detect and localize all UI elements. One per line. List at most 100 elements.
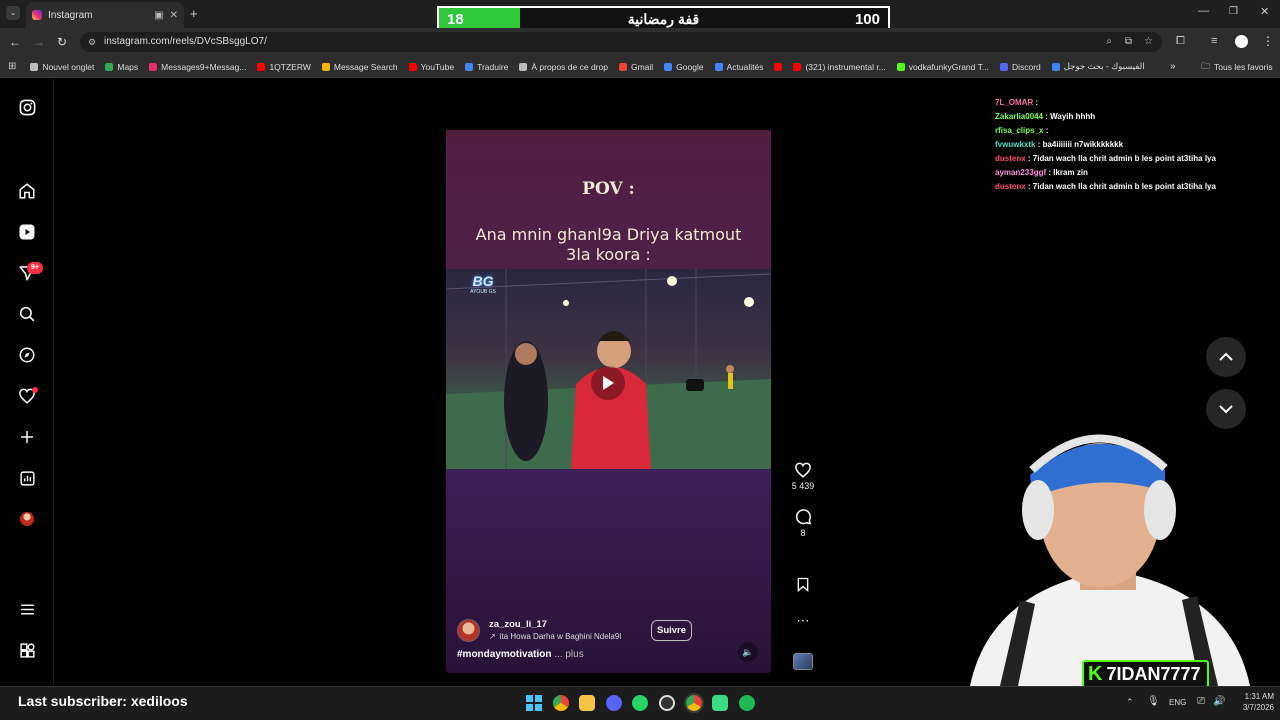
bookmark-item[interactable]: (321) instrumental r... [793, 62, 886, 72]
bookmark-label: vodkafunkyGrand T... [908, 61, 989, 72]
more-link[interactable]: ... plus [554, 649, 583, 660]
android-studio-icon[interactable] [712, 695, 728, 711]
bookmark-item[interactable]: 1QTZERW [257, 61, 311, 72]
menu-icon[interactable] [17, 599, 37, 619]
tab-title: Instagram [48, 9, 93, 21]
save-button[interactable] [786, 576, 820, 595]
home-icon[interactable] [17, 181, 37, 201]
more-apps-icon[interactable] [17, 640, 37, 660]
back-icon[interactable]: ← [9, 35, 21, 49]
bookmark-item[interactable]: الفيسبوك - بحث جوجل [1051, 61, 1145, 72]
bookmark-item[interactable]: Actualités [714, 62, 763, 72]
discord-taskbar-icon[interactable] [606, 695, 622, 711]
notification-badge: 9+ [27, 262, 43, 274]
comment-button[interactable]: 8 [786, 508, 820, 538]
reload-icon[interactable]: ↻ [57, 35, 67, 49]
audio-thumbnail[interactable] [793, 653, 813, 670]
bookmark-item[interactable]: vodkafunkyGrand T... [896, 61, 989, 72]
obs-taskbar-icon[interactable] [659, 695, 675, 711]
all-bookmarks-label: Tous les favoris [1214, 61, 1273, 72]
bookmark-item[interactable]: YouTube [408, 61, 455, 72]
network-icon[interactable]: ⎚ [1197, 696, 1205, 707]
hashtag-link[interactable]: #mondaymotivation [457, 649, 551, 660]
previous-reel-button[interactable] [1206, 337, 1246, 377]
file-explorer-icon[interactable] [579, 695, 595, 711]
comment-icon [796, 509, 811, 525]
instagram-sidebar: 9+ [0, 79, 54, 685]
tab-media-icon[interactable]: ▣ [154, 10, 163, 21]
tray-overflow-icon[interactable]: ⌃ [1126, 697, 1134, 708]
microphone-icon[interactable]: 🎙 [1147, 696, 1160, 707]
volume-icon[interactable]: 🔊 [1213, 696, 1225, 707]
bookmark-favicon-icon [618, 62, 627, 71]
more-bookmarks-icon[interactable]: » [1170, 61, 1176, 72]
bookmark-item[interactable]: À propos de ce drop [519, 62, 608, 72]
chat-message: 7L_OMAR : [995, 98, 1038, 107]
more-options-icon[interactable]: ⋯ [786, 613, 820, 629]
clock[interactable]: 1:31 AM 3/7/2026 [1232, 691, 1274, 713]
install-icon[interactable]: ⧉ [1125, 32, 1132, 52]
explore-icon[interactable] [17, 345, 37, 365]
clock-date: 3/7/2026 [1242, 703, 1274, 712]
bookmark-item[interactable]: Messages9+Messag... [149, 62, 246, 72]
apps-grid-icon[interactable]: ⊞ [8, 61, 16, 72]
close-window-button[interactable]: ✕ [1260, 5, 1269, 18]
bookmark-label: Maps [117, 61, 139, 72]
chat-message: dustenx : 7idan wach lla chrit admin b l… [995, 182, 1216, 191]
chat-message: rfisa_clips_x : [995, 126, 1048, 135]
bookmark-star-icon[interactable]: ☆ [1144, 32, 1153, 52]
play-button[interactable] [591, 366, 625, 400]
bookmark-item[interactable]: Traduire [465, 62, 508, 72]
site-info-icon[interactable]: ⚙ [88, 32, 96, 52]
chat-message: Zakarlia0044 : Wayih hhhh [995, 112, 1095, 121]
instagram-logo-icon[interactable] [17, 97, 37, 117]
tab-instagram[interactable]: Instagram ▣ ✕ [26, 2, 184, 28]
bookmark-label: 1QTZERW [269, 61, 311, 72]
extensions-icon[interactable]: ⧠ [1176, 35, 1185, 48]
mute-button[interactable]: 🔈 [738, 642, 758, 662]
bookmark-icon [797, 577, 809, 592]
new-tab-button[interactable]: + [190, 6, 198, 21]
chat-text: : [1033, 98, 1039, 107]
browser-menu-icon[interactable]: ⋮ [1262, 34, 1274, 48]
bookmark-item[interactable] [774, 62, 783, 71]
bookmark-label: YouTube [420, 61, 455, 72]
spotify-taskbar-icon[interactable] [739, 695, 755, 711]
profile-avatar[interactable] [1235, 35, 1248, 48]
start-button[interactable] [526, 695, 542, 711]
bookmark-item[interactable]: Message Search [321, 62, 398, 72]
like-button[interactable]: 5 439 [786, 461, 820, 491]
author-avatar[interactable] [457, 619, 480, 642]
reels-icon[interactable] [17, 222, 37, 242]
all-bookmarks-folder[interactable]: 🗀 Tous les favoris [1201, 59, 1273, 75]
close-tab-icon[interactable]: ✕ [170, 10, 178, 21]
dashboard-icon[interactable] [17, 468, 37, 488]
address-bar[interactable]: ⚙ instagram.com/reels/DVcSBsggLO7/ ⌕ ⧉ ☆ [80, 32, 1162, 52]
audio-track[interactable]: ↗ ita Howa Darha w Baghini Ndela9l [489, 632, 621, 641]
language-indicator[interactable]: ENG [1169, 698, 1186, 707]
search-icon[interactable] [17, 304, 37, 324]
chrome-taskbar-icon[interactable] [553, 695, 569, 711]
bookmark-label: Google [676, 61, 704, 72]
restore-button[interactable]: ❐ [1229, 6, 1238, 17]
author-username[interactable]: za_zou_li_17 [489, 619, 547, 630]
bookmark-item[interactable]: Discord [999, 62, 1041, 72]
bookmark-item[interactable]: Maps [105, 62, 138, 72]
hashtag-caption[interactable]: #mondaymotivation ... plus [457, 649, 584, 660]
minimize-button[interactable]: — [1198, 5, 1209, 17]
notification-dot [32, 387, 38, 393]
chrome-active-icon[interactable] [684, 693, 704, 713]
reel-video[interactable]: POV : Ana mnin ghanl9a Driya katmout 3la… [446, 93, 771, 673]
follow-button[interactable]: Suivre [651, 620, 693, 641]
create-icon[interactable] [17, 427, 37, 447]
media-controls-icon[interactable]: ≡ [1211, 35, 1217, 47]
bookmark-item[interactable]: Google [664, 61, 704, 72]
zoom-icon[interactable]: ⌕ [1106, 32, 1112, 52]
bookmark-item[interactable]: Gmail [618, 62, 653, 72]
bookmark-item[interactable]: Nouvel onglet [30, 62, 94, 72]
bookmark-favicon-icon [321, 62, 330, 71]
whatsapp-taskbar-icon[interactable] [632, 695, 648, 711]
tab-list-icon[interactable]: ⌄ [6, 6, 20, 20]
forward-icon[interactable]: → [33, 35, 45, 49]
profile-icon[interactable] [17, 509, 37, 529]
